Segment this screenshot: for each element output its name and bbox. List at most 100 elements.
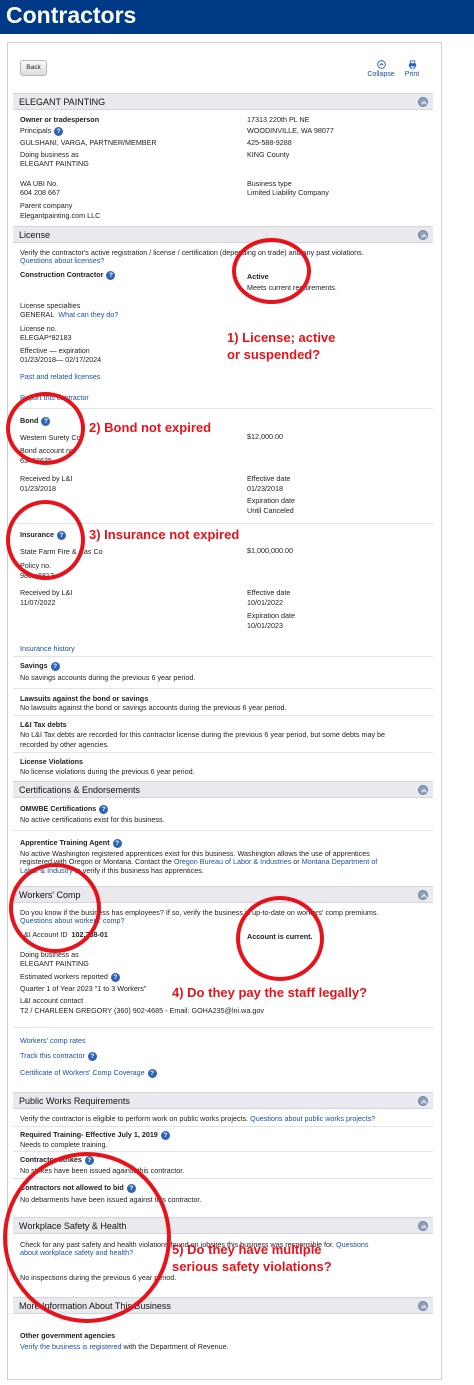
chevron-up-icon[interactable]: [418, 785, 428, 795]
apprentice-heading-text: Apprentice Training Agent: [20, 838, 110, 847]
bond-effective-value: 01/23/2018: [247, 484, 283, 493]
workers-dba-value: ELEGANT PAINTING: [20, 959, 89, 968]
annotation-circle-bond: [6, 392, 85, 465]
annotation-bond: 2) Bond not expired: [89, 420, 212, 435]
company-header[interactable]: ELEGANT PAINTING: [13, 93, 433, 110]
certificate-coverage[interactable]: Certificate of Workers' Comp Coverage?: [20, 1068, 157, 1078]
help-icon[interactable]: ?: [99, 804, 109, 814]
address-line2: WOODINVILLE, WA 98077: [247, 126, 334, 135]
chevron-up-icon[interactable]: [418, 1301, 428, 1311]
specialties-value: GENERAL What can they do?: [20, 310, 118, 319]
chevron-up-icon[interactable]: [418, 97, 428, 107]
help-icon[interactable]: ?: [87, 1051, 97, 1061]
estimated-label-text: Estimated workers reported: [20, 972, 108, 981]
help-icon[interactable]: ?: [54, 126, 64, 136]
parent-label: Parent company: [20, 201, 73, 210]
annotation-circle-license: [232, 238, 311, 304]
contact-value: T2 / CHARLEEN GREGORY (360) 902-4685 - E…: [20, 1006, 264, 1015]
insurance-effective-label: Effective date: [247, 588, 291, 597]
back-button[interactable]: Back: [20, 60, 47, 76]
divider: [13, 752, 433, 753]
collapse-label: Collapse: [367, 71, 395, 78]
what-can-they-do-link[interactable]: What can they do?: [58, 310, 118, 319]
verify-line: Verify the business is registered with t…: [20, 1342, 229, 1351]
savings-text: No savings accounts during the previous …: [20, 673, 196, 682]
bond-expiration-value: Until Canceled: [247, 506, 294, 515]
county: KING County: [247, 150, 290, 159]
company-name: ELEGANT PAINTING: [19, 97, 106, 107]
dba-value: ELEGANT PAINTING: [20, 159, 89, 168]
page-banner: Contractors: [0, 0, 474, 34]
insurance-expiration-value: 10/01/2023: [247, 621, 283, 630]
print-label: Print: [404, 71, 420, 78]
public-works-header[interactable]: Public Works Requirements: [13, 1092, 433, 1109]
public-works-questions-link[interactable]: Questions about public works projects?: [250, 1114, 375, 1123]
agencies-heading: Other government agencies: [20, 1331, 116, 1340]
help-icon[interactable]: ?: [160, 1130, 170, 1140]
license-questions-link[interactable]: Questions about licenses?: [20, 256, 104, 265]
annotation-insurance: 3) Insurance not expired: [89, 527, 240, 542]
specialties-label: License specialties: [20, 301, 81, 310]
certificate-link-text[interactable]: Certificate of Workers' Comp Coverage: [20, 1068, 145, 1077]
verify-business-link[interactable]: Verify the business is registered: [20, 1342, 121, 1351]
verify-text: with the Department of Revenue.: [123, 1342, 229, 1351]
ubi-value: 604 208 667: [20, 188, 60, 197]
savings-heading: Savings?: [20, 661, 60, 671]
specialties-text: GENERAL: [20, 310, 55, 319]
apprentice-heading: Apprentice Training Agent?: [20, 838, 122, 848]
license-no-label: License no.: [20, 324, 57, 333]
omwbe-text: No active certifications exist for this …: [20, 815, 165, 824]
omwbe-heading-text: OMWBE Certifications: [20, 804, 97, 813]
public-works-title: Public Works Requirements: [19, 1096, 130, 1106]
certifications-header[interactable]: Certifications & Endorsements: [13, 781, 433, 798]
apprentice-text-end: to verify if this business has apprentic…: [74, 866, 204, 875]
divider: [13, 1027, 433, 1028]
chevron-up-icon[interactable]: [418, 1096, 428, 1106]
public-works-intro-text: Verify the contractor is eligible to per…: [20, 1114, 249, 1123]
help-icon[interactable]: ?: [106, 270, 116, 280]
dba-label: Doing business as: [20, 150, 79, 159]
collapse-icon: [376, 60, 386, 69]
track-link-text[interactable]: Track this contractor: [20, 1051, 85, 1060]
tax-text-line1: No L&I Tax debts are recorded for this c…: [20, 730, 386, 739]
annotation-safety-line1: 5) Do they have multiple: [172, 1242, 322, 1257]
past-licenses-link[interactable]: Past and related licenses: [20, 372, 100, 381]
help-icon[interactable]: ?: [147, 1068, 157, 1078]
bond-received-label: Received by L&I: [20, 474, 73, 483]
insurance-history-link[interactable]: Insurance history: [20, 644, 75, 653]
chevron-up-icon[interactable]: [418, 1221, 428, 1231]
annotation-workers: 4) Do they pay the staff legally?: [172, 985, 368, 1000]
help-icon[interactable]: ?: [50, 661, 60, 671]
violations-text: No license violations during the previou…: [20, 767, 195, 776]
savings-heading-text: Savings: [20, 661, 48, 670]
divider: [13, 1126, 433, 1127]
contact-label: L&I account contact: [20, 996, 84, 1005]
training-heading-text: Required Training- Effective July 1, 201…: [20, 1130, 158, 1139]
collapse-button[interactable]: Collapse: [364, 60, 398, 78]
rates-link[interactable]: Workers' comp rates: [20, 1036, 86, 1045]
tax-text-line2: recorded by other agencies.: [20, 740, 110, 749]
estimated-value: Quarter 1 of Year 2023 "1 to 3 Workers": [20, 984, 147, 993]
chevron-up-icon[interactable]: [418, 890, 428, 900]
track-contractor[interactable]: Track this contractor?: [20, 1051, 97, 1061]
insurance-effective-value: 10/01/2022: [247, 598, 283, 607]
apprentice-text-line2: registered with Oregon or Montana. Conta…: [20, 857, 377, 866]
tax-heading: L&I Tax debts: [20, 720, 67, 729]
insurance-amount: $1,000,000.00: [247, 546, 293, 555]
safety-questions-link[interactable]: Questions: [336, 1240, 368, 1249]
principals-value: GULSHANI, VARGA, PARTNER/MEMBER: [20, 138, 157, 147]
help-icon[interactable]: ?: [110, 972, 120, 982]
license-title: License: [19, 230, 51, 240]
montana-department-link[interactable]: Montana Department of: [302, 857, 378, 866]
apprentice-or: or: [293, 857, 300, 866]
chevron-up-icon[interactable]: [418, 230, 428, 240]
annotation-circle-workers: [9, 863, 101, 953]
business-type-value: Limited Liability Company: [247, 188, 329, 197]
training-heading: Required Training- Effective July 1, 201…: [20, 1130, 170, 1140]
license-header[interactable]: License: [13, 226, 433, 243]
help-icon[interactable]: ?: [112, 838, 122, 848]
oregon-bureau-link[interactable]: Oregon Bureau of Labor & Industries: [174, 857, 291, 866]
effective-label: Effective — expiration: [20, 346, 90, 355]
print-button[interactable]: Print: [400, 60, 424, 78]
print-icon: [408, 60, 416, 69]
